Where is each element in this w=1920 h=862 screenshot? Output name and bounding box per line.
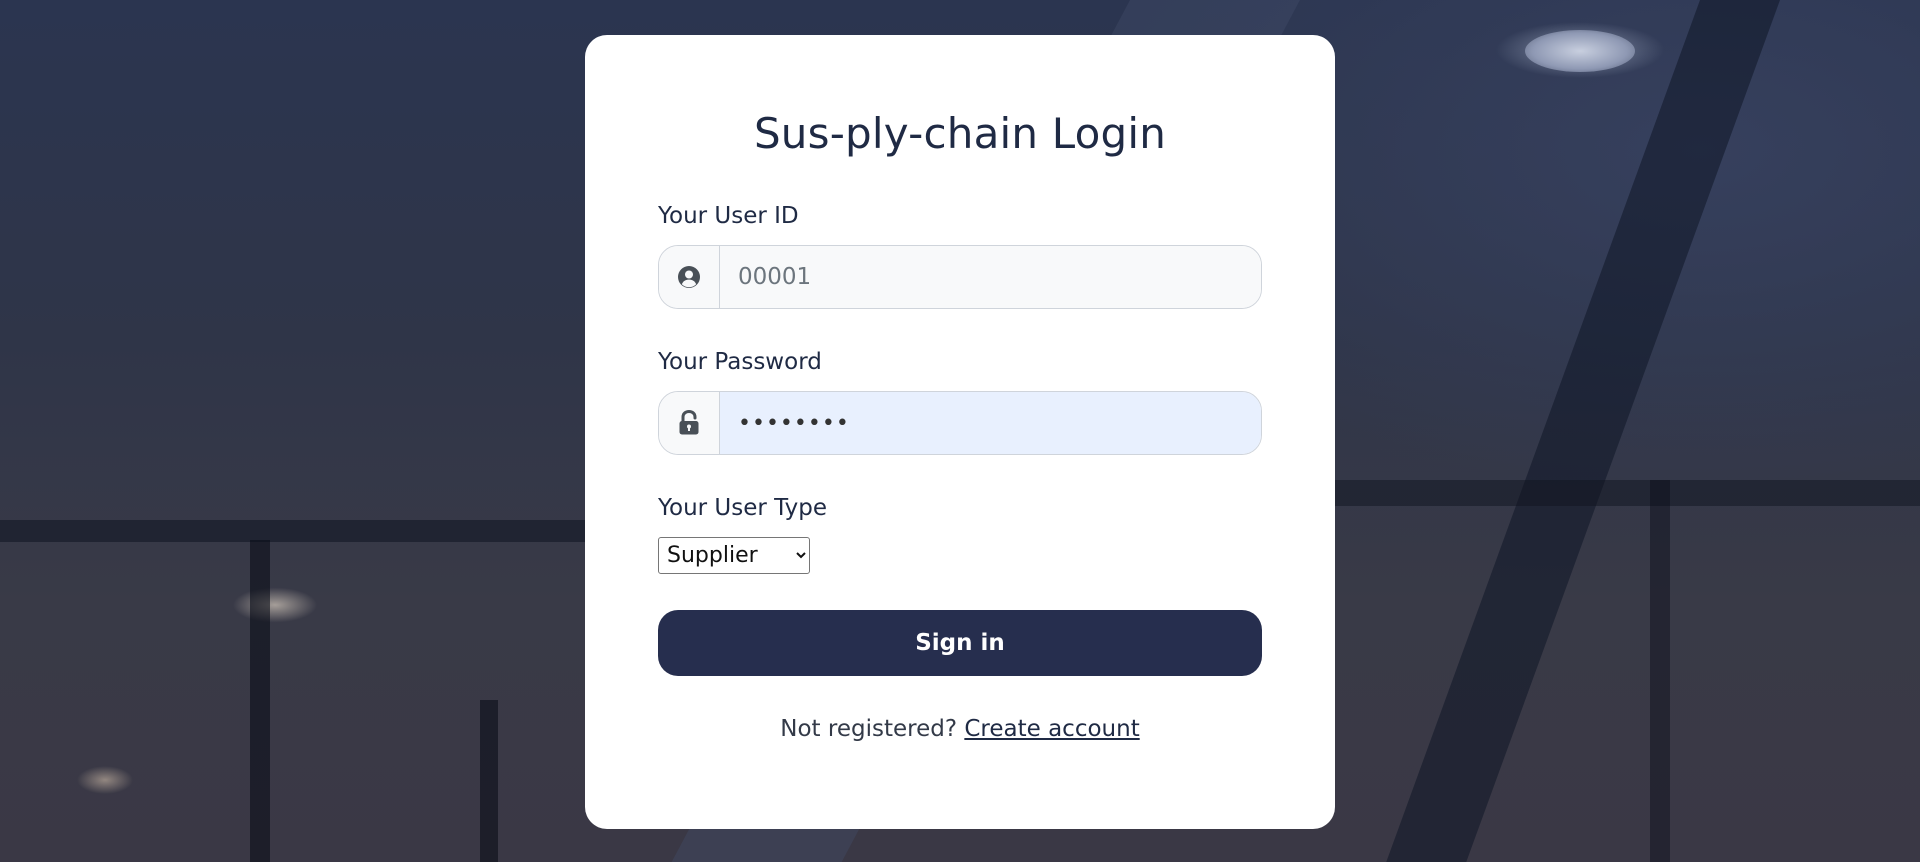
register-prompt: Not registered? Create account [658,716,1262,742]
user-circle-icon [659,246,720,309]
password-label: Your Password [658,349,822,376]
background-beam [1320,480,1920,506]
user-type-label: Your User Type [658,495,827,522]
user-id-label: Your User ID [658,203,799,230]
user-id-input[interactable] [720,246,1261,309]
create-account-link[interactable]: Create account [964,716,1139,742]
background-pillar [1650,480,1670,862]
background-beam [1386,0,1780,862]
sign-in-button[interactable]: Sign in [658,610,1262,677]
unlock-icon [659,392,720,455]
background-pillar [250,540,270,862]
page-title: Sus-ply-chain Login [753,109,1167,158]
register-prompt-text: Not registered? [780,716,958,743]
password-input[interactable] [720,392,1261,455]
login-card: Sus-ply-chain Login Your User ID Your Pa… [585,35,1335,829]
background-pillar [480,700,498,862]
user-type-select[interactable]: Supplier [658,537,810,575]
user-id-input-group [658,245,1262,310]
background-ceiling-lamp [1525,30,1635,72]
background-beam [0,520,600,542]
password-input-group [658,391,1262,456]
login-page: Sus-ply-chain Login Your User ID Your Pa… [0,0,1920,862]
